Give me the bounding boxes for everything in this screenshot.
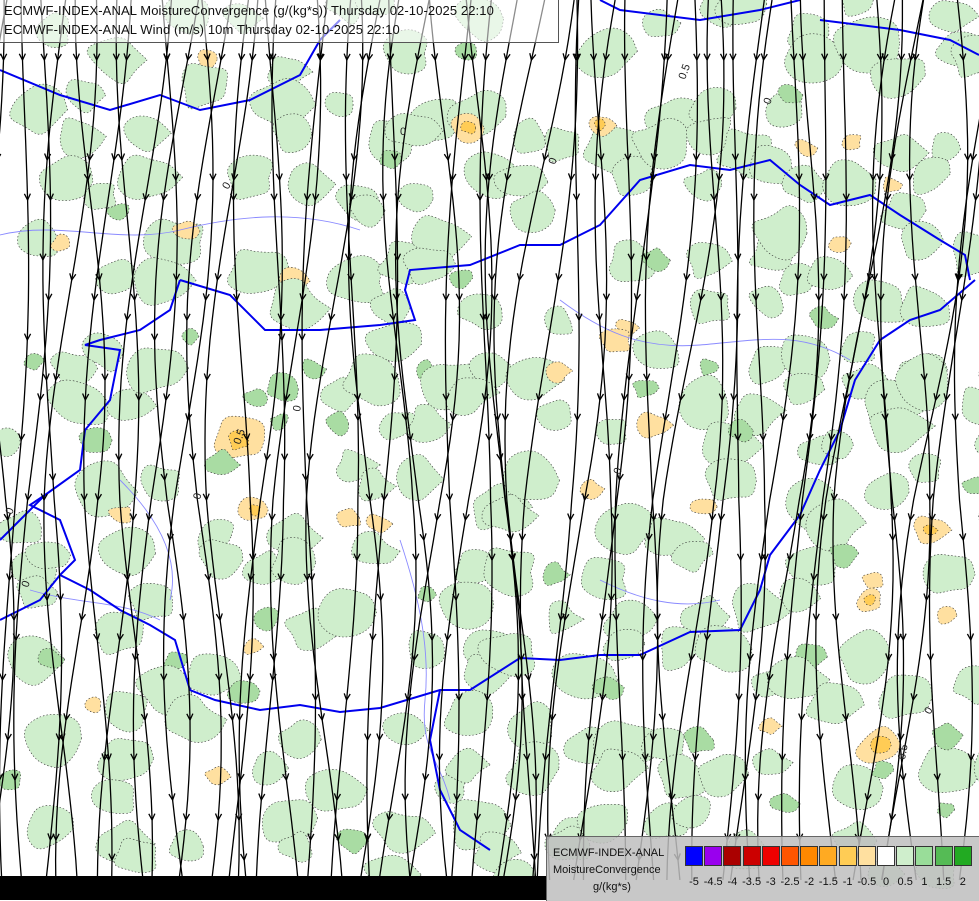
legend-swatch (819, 846, 837, 866)
legend-swatch (915, 846, 933, 866)
legend-swatch (935, 846, 953, 866)
legend-tick-label: -0.5 (857, 876, 876, 888)
legend-tick-label: 1.5 (936, 876, 951, 888)
legend-variable: MoistureConvergence (553, 864, 661, 876)
legend-swatch (762, 846, 780, 866)
legend-tick-label: -5 (689, 876, 699, 888)
moisture-title: ECMWF-INDEX-ANAL MoistureConvergence (g/… (4, 3, 494, 18)
legend-tick-label: -1 (843, 876, 853, 888)
legend-swatch (704, 846, 722, 866)
legend-swatch (877, 846, 895, 866)
legend-tick-label: 2 (960, 876, 966, 888)
legend-swatch (839, 846, 857, 866)
legend-swatch (954, 846, 972, 866)
legend-tick-label: 0 (883, 876, 889, 888)
wind-title: ECMWF-INDEX-ANAL Wind (m/s) 10m Thursday… (4, 22, 400, 37)
legend-tick-label: -1.5 (819, 876, 838, 888)
moisture-wind-map: 00000.50.500.500000 (0, 0, 979, 900)
legend-swatch (800, 846, 818, 866)
legend-tick-label: -3.5 (742, 876, 761, 888)
legend-tick-label: -3 (766, 876, 776, 888)
legend-swatch (723, 846, 741, 866)
legend-swatch (743, 846, 761, 866)
legend-swatch (781, 846, 799, 866)
convergence-area (705, 459, 756, 500)
legend-swatch (858, 846, 876, 866)
weather-map-view: 00000.50.500.500000 ECMWF-INDEX-ANAL Moi… (0, 0, 979, 900)
legend-tick-label: 1 (921, 876, 927, 888)
legend-swatch (685, 846, 703, 866)
footer-band (0, 876, 546, 900)
legend-tick-label: -4 (728, 876, 738, 888)
contour-label: 0 (400, 126, 406, 138)
legend-tick-label: -2.5 (781, 876, 800, 888)
legend-swatch (896, 846, 914, 866)
legend-unit: g/(kg*s) (593, 881, 631, 893)
legend-title: ECMWF-INDEX-ANAL (553, 847, 664, 859)
color-legend: ECMWF-INDEX-ANAL MoistureConvergence g/(… (546, 836, 979, 901)
legend-tick-label: -2 (804, 876, 814, 888)
legend-tick-label: 0.5 (898, 876, 913, 888)
map-title-box: ECMWF-INDEX-ANAL MoistureConvergence (g/… (0, 0, 559, 43)
legend-tick-label: -4.5 (704, 876, 723, 888)
